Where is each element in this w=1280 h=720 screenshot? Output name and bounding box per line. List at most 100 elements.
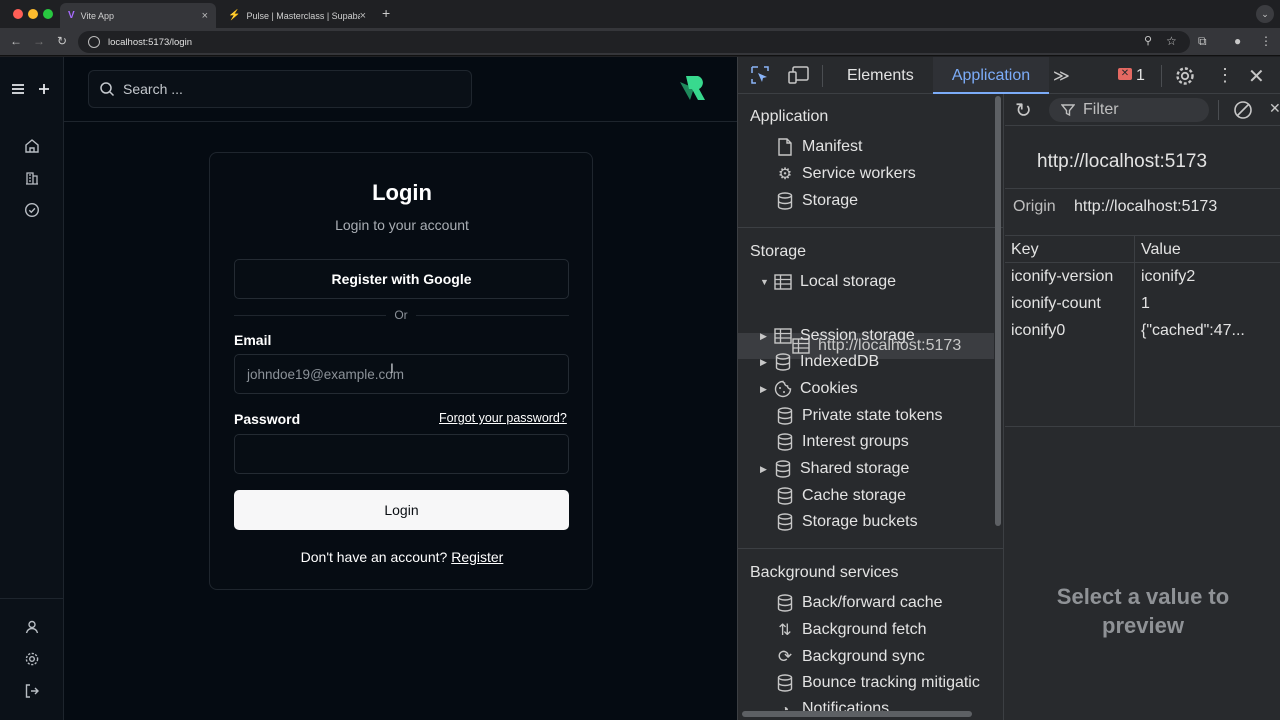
toolbar-divider bbox=[1218, 100, 1219, 120]
minimize-window-button[interactable] bbox=[28, 9, 38, 19]
address-bar[interactable]: localhost:5173/login bbox=[78, 31, 1190, 53]
back-arrow-icon[interactable]: ← bbox=[10, 34, 22, 48]
email-field[interactable]: johndoe19@example.com bbox=[234, 354, 569, 394]
horizontal-scrollbar[interactable] bbox=[742, 711, 972, 717]
search-input[interactable]: Search ... bbox=[88, 70, 472, 108]
sidebar-item-shared-storage[interactable]: ▶ Shared storage bbox=[760, 456, 909, 482]
delete-selected-icon[interactable]: ✕ bbox=[1269, 100, 1280, 117]
up-down-arrows-icon: ⇅ bbox=[778, 622, 792, 639]
site-info-icon[interactable] bbox=[88, 36, 100, 48]
menu-dots-icon[interactable]: ⋮ bbox=[1260, 34, 1272, 48]
browser-tab-bar: V Vite App × ⚡ Pulse | Masterclass | Sup… bbox=[0, 0, 1280, 28]
row-value[interactable]: {"cached":47... bbox=[1135, 317, 1280, 344]
vertical-scrollbar[interactable] bbox=[995, 96, 1001, 526]
cookie-icon bbox=[772, 378, 794, 400]
search-icon bbox=[100, 82, 115, 97]
register-google-button[interactable]: Register with Google bbox=[234, 259, 569, 299]
collapsed-triangle-icon[interactable]: ▶ bbox=[760, 464, 772, 475]
filter-input[interactable]: Filter bbox=[1049, 98, 1209, 122]
maximize-window-button[interactable] bbox=[43, 9, 53, 19]
collapsed-triangle-icon[interactable]: ▶ bbox=[760, 331, 772, 342]
close-window-button[interactable] bbox=[13, 9, 23, 19]
sidebar-item-cookies[interactable]: ▶ Cookies bbox=[760, 376, 858, 402]
sidebar-item-local-storage[interactable]: ▼ Local storage bbox=[760, 269, 896, 295]
error-icon[interactable]: ✕ bbox=[1118, 68, 1132, 80]
browser-tab-pulse[interactable]: ⚡ Pulse | Masterclass | Supaba × bbox=[220, 3, 374, 28]
table-row[interactable]: iconify0 {"cached":47... bbox=[1005, 317, 1280, 344]
new-tab-button[interactable]: + bbox=[382, 5, 390, 21]
devtools-panel: Elements Application ≫ ✕ 1 ⋮ ✕ Applicati… bbox=[737, 57, 1280, 720]
supabase-icon: ⚡ bbox=[228, 10, 241, 21]
row-value[interactable]: iconify2 bbox=[1135, 263, 1280, 290]
password-field[interactable] bbox=[234, 434, 569, 474]
empty-value-cell bbox=[1135, 344, 1280, 426]
login-button[interactable]: Login bbox=[234, 490, 569, 530]
sidebar-item-session-storage[interactable]: ▶ Session storage bbox=[760, 323, 915, 349]
sidebar-item-storage-buckets[interactable]: Storage buckets bbox=[774, 509, 918, 535]
table-icon bbox=[772, 271, 794, 293]
error-count[interactable]: 1 bbox=[1136, 67, 1145, 85]
browser-tab-vite[interactable]: V Vite App × bbox=[60, 3, 216, 28]
sidebar-item-label: Background sync bbox=[802, 648, 925, 665]
row-key[interactable]: iconify-count bbox=[1005, 290, 1135, 317]
reload-icon[interactable]: ↻ bbox=[57, 34, 67, 48]
hamburger-menu-icon[interactable] bbox=[6, 77, 30, 101]
collapsed-triangle-icon[interactable]: ▶ bbox=[760, 384, 772, 395]
plus-icon[interactable] bbox=[32, 77, 56, 101]
table-row[interactable]: iconify-version iconify2 bbox=[1005, 263, 1280, 290]
database-icon bbox=[774, 431, 796, 453]
close-tab-icon[interactable]: × bbox=[360, 10, 366, 22]
forward-arrow-icon[interactable]: → bbox=[33, 34, 45, 48]
row-key[interactable]: iconify0 bbox=[1005, 317, 1135, 344]
sidebar-item-back-forward-cache[interactable]: Back/forward cache bbox=[774, 590, 943, 616]
sidebar-item-manifest[interactable]: Manifest bbox=[774, 134, 862, 160]
close-devtools-icon[interactable]: ✕ bbox=[1248, 64, 1265, 89]
more-tabs-chevron-icon[interactable]: ≫ bbox=[1053, 66, 1070, 86]
refresh-icon[interactable]: ↻ bbox=[1015, 98, 1032, 123]
tab-title: Vite App bbox=[80, 10, 115, 21]
collapsed-triangle-icon[interactable]: ▶ bbox=[760, 357, 772, 368]
sidebar-item-storage[interactable]: Storage bbox=[774, 188, 858, 214]
row-key[interactable]: iconify-version bbox=[1005, 263, 1135, 290]
tab-application[interactable]: Application bbox=[933, 57, 1049, 94]
table-icon bbox=[772, 325, 794, 347]
sidebar-item-background-sync[interactable]: ⟳ Background sync bbox=[774, 644, 925, 670]
zoom-icon[interactable]: ⚲ bbox=[1144, 34, 1152, 47]
table-row[interactable]: iconify-count 1 bbox=[1005, 290, 1280, 317]
sidebar-item-bounce-tracking[interactable]: Bounce tracking mitigatic bbox=[774, 670, 980, 696]
more-options-icon[interactable]: ⋮ bbox=[1216, 65, 1234, 86]
settings-gear-icon[interactable] bbox=[1174, 65, 1196, 87]
user-icon[interactable] bbox=[20, 615, 44, 639]
close-tab-icon[interactable]: × bbox=[202, 10, 208, 22]
logout-icon[interactable] bbox=[20, 679, 44, 703]
device-toolbar-icon[interactable] bbox=[788, 65, 810, 85]
sidebar-item-cache-storage[interactable]: Cache storage bbox=[774, 483, 906, 509]
forgot-password-link[interactable]: Forgot your password? bbox=[439, 411, 567, 425]
home-icon[interactable] bbox=[20, 134, 44, 158]
sidebar-item-interest-groups[interactable]: Interest groups bbox=[774, 429, 909, 455]
sidebar-item-background-fetch[interactable]: ⇅ Background fetch bbox=[774, 617, 926, 643]
tab-search-chevron-icon[interactable]: ⌄ bbox=[1256, 5, 1274, 23]
settings-gear-icon[interactable] bbox=[20, 647, 44, 671]
inspect-element-icon[interactable] bbox=[750, 65, 770, 85]
column-header-value[interactable]: Value bbox=[1135, 236, 1280, 262]
sidebar-item-private-state-tokens[interactable]: Private state tokens bbox=[774, 403, 943, 429]
check-circle-icon[interactable] bbox=[20, 198, 44, 222]
register-link[interactable]: Register bbox=[451, 549, 503, 565]
clear-all-icon[interactable] bbox=[1233, 100, 1253, 120]
extensions-icon[interactable]: ⧉ bbox=[1198, 34, 1207, 49]
expanded-triangle-icon[interactable]: ▼ bbox=[760, 277, 772, 287]
app-logo-icon[interactable] bbox=[678, 74, 708, 102]
tab-elements[interactable]: Elements bbox=[847, 67, 914, 85]
toolbar-divider bbox=[1161, 65, 1162, 87]
sidebar-item-label: Private state tokens bbox=[802, 407, 943, 424]
database-icon bbox=[774, 592, 796, 614]
text-cursor-icon: I bbox=[390, 360, 394, 376]
sidebar-item-indexeddb[interactable]: ▶ IndexedDB bbox=[760, 349, 879, 375]
profile-icon[interactable]: ● bbox=[1234, 34, 1241, 48]
sidebar-item-service-workers[interactable]: ⚙ Service workers bbox=[774, 161, 916, 187]
row-value[interactable]: 1 bbox=[1135, 290, 1280, 317]
building-icon[interactable] bbox=[20, 166, 44, 190]
bookmark-star-icon[interactable]: ☆ bbox=[1166, 34, 1177, 48]
column-header-key[interactable]: Key bbox=[1005, 236, 1135, 262]
